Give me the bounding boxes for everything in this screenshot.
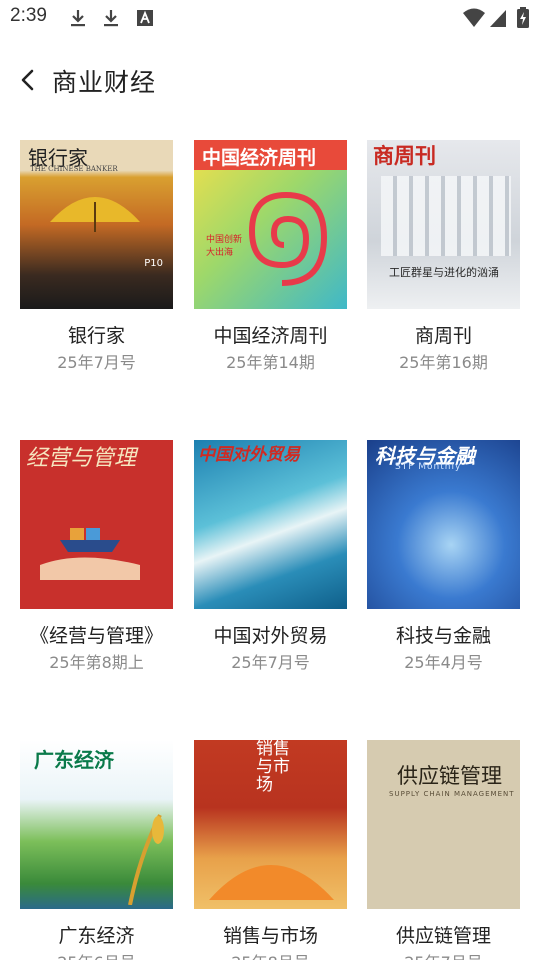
- magazine-card[interactable]: 科技与金融 STF Monthly 科技与金融 25年4月号: [367, 440, 520, 672]
- wheat-illustration: [128, 814, 164, 905]
- magazine-card[interactable]: 商周刊 工匠群星与进化的汹涌 商周刊 25年第16期: [367, 140, 520, 372]
- magazine-title: 广东经济: [58, 925, 135, 947]
- status-time: 2:39: [10, 5, 47, 26]
- back-arrow-icon: [21, 69, 34, 91]
- magazine-card[interactable]: 广东经济 广东经济 25年6月号: [20, 740, 173, 960]
- magazine-title: 商周刊: [414, 325, 472, 347]
- magazine-title: 《经营与管理》: [29, 625, 163, 647]
- magazine-issue: 25年8月号: [182, 949, 359, 960]
- magazine-title: 中国经济周刊: [213, 325, 328, 347]
- magazine-cover[interactable]: 银行家 THE CHINESE BANKER P10: [20, 140, 173, 309]
- magazine-issue: 25年第8期上: [49, 653, 144, 672]
- magazine-issue: 25年7月号: [355, 949, 532, 960]
- magazine-card[interactable]: 经营与管理 《经营与管理》 25年第8期上: [20, 440, 173, 672]
- magazine-issue: 25年7月号: [57, 353, 136, 372]
- magazine-cover[interactable]: 科技与金融 STF Monthly: [367, 440, 520, 609]
- magazine-card[interactable]: 中国经济周刊 中国创新 大出海 中国经济周刊 25年第14期: [194, 140, 347, 372]
- magazine-issue: 25年6月号: [8, 949, 185, 960]
- magazine-cover[interactable]: 中国对外贸易: [194, 440, 347, 609]
- magazine-card[interactable]: 供应链管理 SUPPLY CHAIN MANAGEMENT 供应链管理 25年7…: [367, 740, 520, 960]
- magazine-cover[interactable]: 供应链管理 SUPPLY CHAIN MANAGEMENT: [367, 740, 520, 909]
- wifi-icon: [463, 8, 485, 27]
- cargo-ship-illustration: [40, 528, 140, 580]
- magazine-title: 科技与金融: [395, 625, 491, 647]
- page-title: 商业财经: [52, 68, 157, 97]
- magazine-title: 银行家: [67, 325, 125, 347]
- app-bar: 商业财经: [0, 50, 540, 110]
- status-bar: 2:39: [0, 0, 540, 36]
- magazine-cover[interactable]: 中国经济周刊 中国创新 大出海: [194, 140, 347, 309]
- magazine-issue: 25年第14期: [226, 353, 315, 372]
- magazine-title: 销售与市场: [222, 925, 318, 947]
- font-icon: [137, 10, 153, 26]
- download-icon: [104, 10, 118, 27]
- download-icon: [71, 10, 85, 27]
- magazine-issue: 25年7月号: [231, 653, 310, 672]
- magazine-title: 供应链管理: [395, 925, 491, 947]
- battery-charging-icon: [517, 7, 529, 28]
- signal-icon: [490, 10, 506, 27]
- magazine-cover[interactable]: 经营与管理: [20, 440, 173, 609]
- magazine-cover[interactable]: 广东经济: [20, 740, 173, 909]
- magazine-cover[interactable]: 商周刊 工匠群星与进化的汹涌: [367, 140, 520, 309]
- magazine-cover[interactable]: 销售与市场: [194, 740, 347, 909]
- magazine-card[interactable]: 中国对外贸易 中国对外贸易 25年7月号: [194, 440, 347, 672]
- magazine-issue: 25年第16期: [399, 353, 488, 372]
- magazine-card[interactable]: 销售与市场 销售与市场 25年8月号: [194, 740, 347, 960]
- back-button[interactable]: [10, 60, 46, 100]
- umbrella-illustration: [50, 197, 140, 232]
- magazine-issue: 25年4月号: [404, 653, 483, 672]
- magazine-card[interactable]: 银行家 THE CHINESE BANKER P10 银行家 25年7月号: [20, 140, 173, 372]
- magazine-title: 中国对外贸易: [213, 625, 328, 647]
- orange-dome-illustration: [209, 865, 334, 900]
